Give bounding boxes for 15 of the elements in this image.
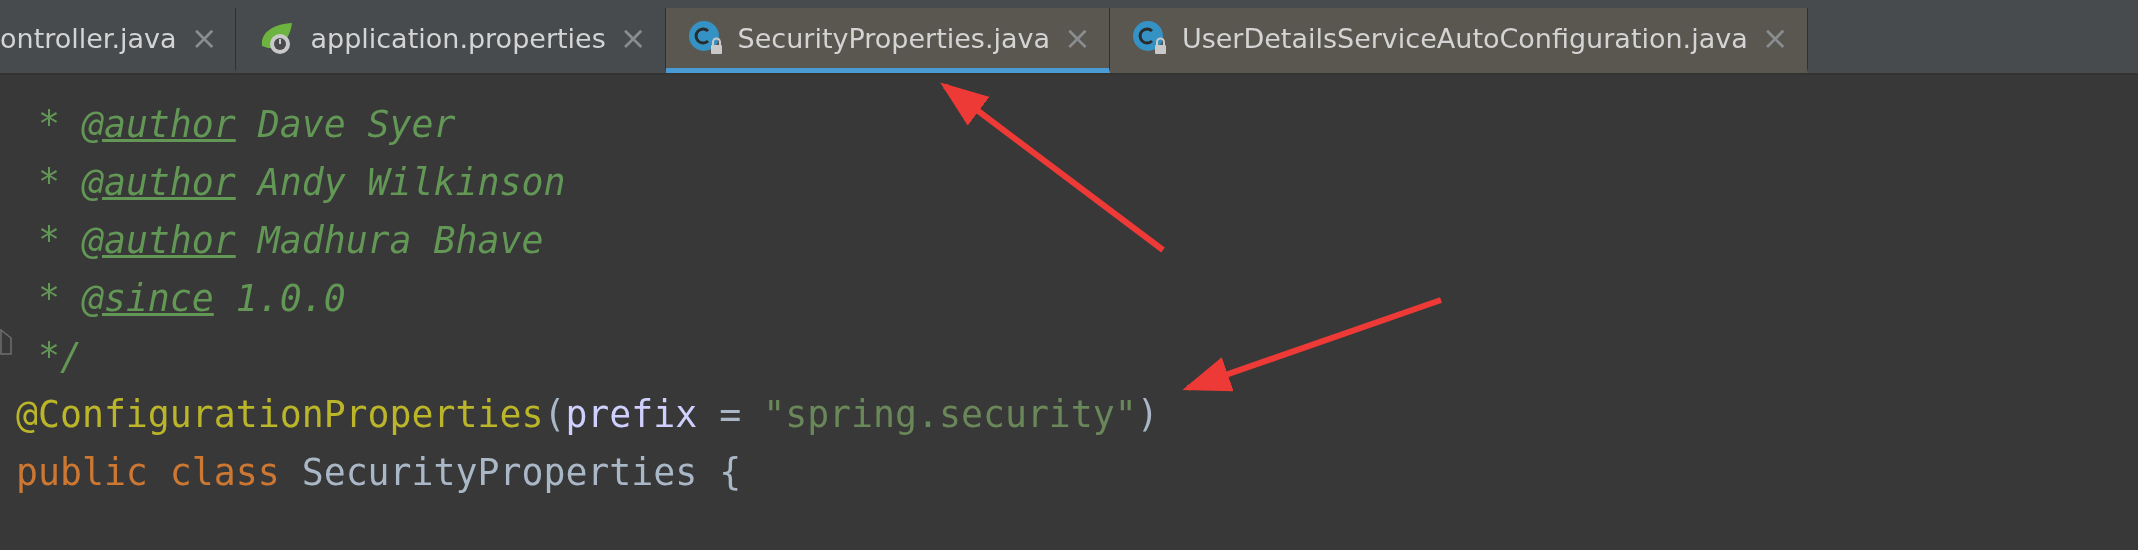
close-icon[interactable]: × [619, 22, 647, 54]
class-icon [687, 20, 724, 56]
code-line: * @author Madhura Bhave [36, 218, 544, 262]
editor-tab[interactable]: UserDetailsServiceAutoConfiguration.java × [1109, 8, 1808, 73]
code-line: public class SecurityProperties { [16, 450, 742, 494]
editor-tab[interactable]: ontroller.java × [0, 8, 237, 73]
close-icon[interactable]: × [190, 22, 218, 54]
class-icon [1131, 20, 1168, 56]
editor-tab[interactable]: SecurityProperties.java × [665, 8, 1110, 73]
code-line: */ [36, 334, 82, 378]
code-line: @ConfigurationProperties(prefix = "spring.security") [16, 392, 1159, 436]
code-line: * @author Dave Syer [36, 102, 456, 146]
code-line: * @since 1.0.0 [36, 276, 346, 320]
code-line: * @author Andy Wilkinson [36, 160, 566, 204]
fold-marker-icon[interactable] [0, 329, 12, 355]
